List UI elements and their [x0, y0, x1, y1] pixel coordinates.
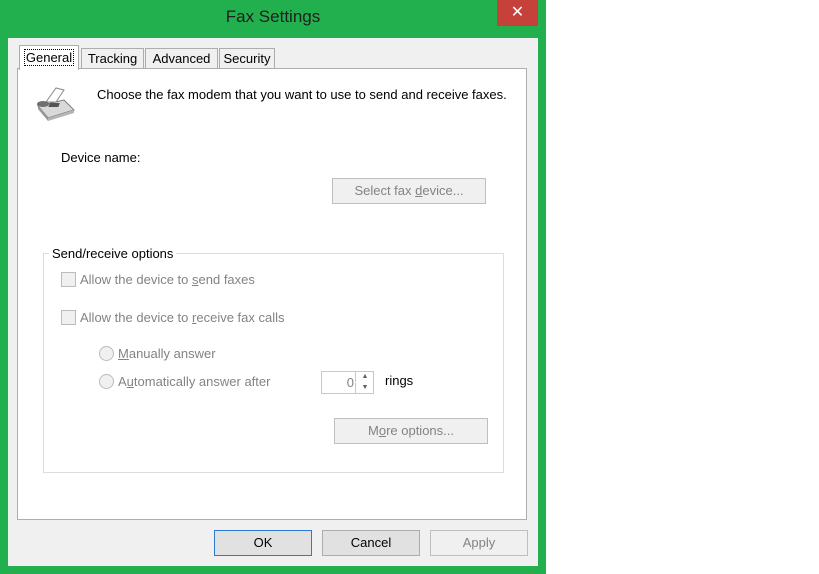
more-options-button[interactable]: More options...: [334, 418, 488, 444]
send-faxes-label: Allow the device to send faxes: [80, 272, 255, 287]
cancel-button[interactable]: Cancel: [322, 530, 420, 556]
device-name-label: Device name:: [61, 150, 141, 165]
rings-value[interactable]: 0: [321, 375, 354, 390]
manually-answer-radio[interactable]: [99, 346, 114, 361]
receive-fax-calls-checkbox[interactable]: [61, 310, 76, 325]
button-text: M: [367, 423, 379, 438]
intro-text: Choose the fax modem that you want to us…: [97, 87, 507, 102]
tab-advanced[interactable]: Advanced: [145, 48, 218, 69]
group-title: Send/receive options: [49, 246, 177, 261]
select-fax-device-button[interactable]: Select fax device...: [332, 178, 486, 204]
button-text: Select fax: [354, 183, 416, 198]
auto-answer-label: Automatically answer after: [118, 374, 271, 389]
button-accelerator: o: [378, 423, 387, 438]
tab-general[interactable]: General: [19, 45, 79, 70]
tab-security[interactable]: Security: [219, 48, 275, 69]
close-button[interactable]: ✕: [497, 0, 538, 26]
close-icon: ✕: [510, 4, 525, 21]
spin-down-icon[interactable]: ▼: [355, 383, 374, 393]
rings-label: rings: [385, 373, 414, 388]
button-text: evice...: [422, 183, 464, 198]
window-title: Fax Settings: [225, 7, 321, 26]
auto-answer-radio[interactable]: [99, 374, 114, 389]
apply-button[interactable]: Apply: [430, 530, 528, 556]
manually-answer-label: Manually answer: [118, 346, 216, 361]
tab-tracking[interactable]: Tracking: [81, 48, 144, 69]
send-faxes-checkbox[interactable]: [61, 272, 76, 287]
ok-button[interactable]: OK: [214, 530, 312, 556]
button-text: re options...: [386, 423, 454, 438]
receive-fax-calls-label: Allow the device to receive fax calls: [80, 310, 285, 325]
tab-general-label: General: [23, 49, 75, 66]
spin-up-icon[interactable]: ▲: [355, 372, 374, 382]
fax-machine-icon: [37, 87, 75, 121]
